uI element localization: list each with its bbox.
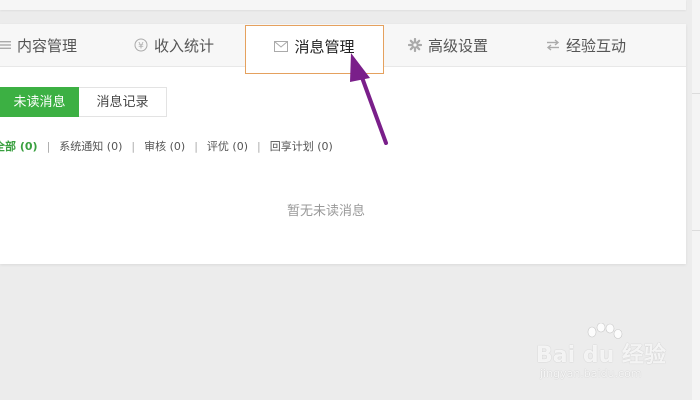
filter-count: (0) — [106, 140, 123, 153]
empty-state-message: 暂无未读消息 — [287, 204, 366, 219]
watermark-brand: Bai du 经验 — [536, 343, 666, 368]
subtab-history[interactable]: 消息记录 — [79, 87, 167, 117]
tab-bar: 内容管理 ¥ 收入统计 消息管理 高级设置 经验互动 — [0, 24, 686, 74]
filter-count: (0) — [317, 140, 333, 153]
filter-system[interactable]: 系统通知 (0) — [59, 138, 122, 154]
list-icon — [0, 40, 11, 50]
filter-label: 评优 — [206, 140, 229, 153]
tab-label: 经验互动 — [566, 36, 627, 55]
filter-label: 回享计划 — [269, 140, 314, 153]
tab-label: 消息管理 — [294, 38, 355, 56]
envelope-icon — [274, 41, 289, 52]
subtab-unread[interactable]: 未读消息 — [0, 87, 79, 117]
baidu-jingyan-watermark: Bai du 经验 jingyan.baidu.com — [536, 323, 686, 383]
watermark-url: jingyan.baidu.com — [540, 367, 642, 380]
separator: | — [46, 139, 51, 153]
filter-label: 系统通知 — [59, 140, 104, 153]
filter-label: 全部 — [0, 140, 16, 153]
separator: | — [194, 139, 198, 153]
separator: | — [131, 139, 136, 153]
tab-content-management[interactable]: 内容管理 — [0, 24, 77, 66]
filter-review[interactable]: 审核 (0) — [144, 138, 185, 154]
tab-label: 内容管理 — [17, 36, 78, 55]
svg-text:¥: ¥ — [138, 42, 144, 52]
gear-icon — [408, 38, 422, 52]
message-subtabs: 未读消息 消息记录 — [0, 87, 167, 117]
filter-share-plan[interactable]: 回享计划 (0) — [270, 138, 333, 154]
separator: | — [257, 139, 261, 153]
filter-label: 审核 — [144, 140, 167, 153]
tab-advanced-settings[interactable]: 高级设置 — [408, 24, 488, 66]
filter-count: (0) — [169, 140, 186, 153]
filter-excellence[interactable]: 评优 (0) — [207, 138, 248, 154]
filter-count: (0) — [232, 140, 248, 153]
tab-experience-interaction[interactable]: 经验互动 — [546, 24, 626, 66]
filter-count: (0) — [19, 140, 38, 153]
filter-all[interactable]: 全部 (0) — [0, 138, 38, 154]
tab-label: 收入统计 — [154, 36, 215, 55]
tab-income-stats[interactable]: ¥ 收入统计 — [134, 24, 214, 66]
yen-icon: ¥ — [134, 38, 148, 52]
swap-icon — [546, 39, 560, 51]
tab-label: 高级设置 — [428, 36, 489, 55]
tab-message-management[interactable]: 消息管理 — [245, 25, 384, 74]
top-strip — [0, 0, 686, 10]
main-panel: 内容管理 ¥ 收入统计 消息管理 高级设置 经验互动 未读消息 消息记录 部 (… — [0, 24, 686, 264]
filter-bar: 全部 (0) | 系统通知 (0) | 审核 (0) | 评优 (0) | 回享… — [0, 138, 333, 154]
right-edge — [692, 0, 700, 400]
